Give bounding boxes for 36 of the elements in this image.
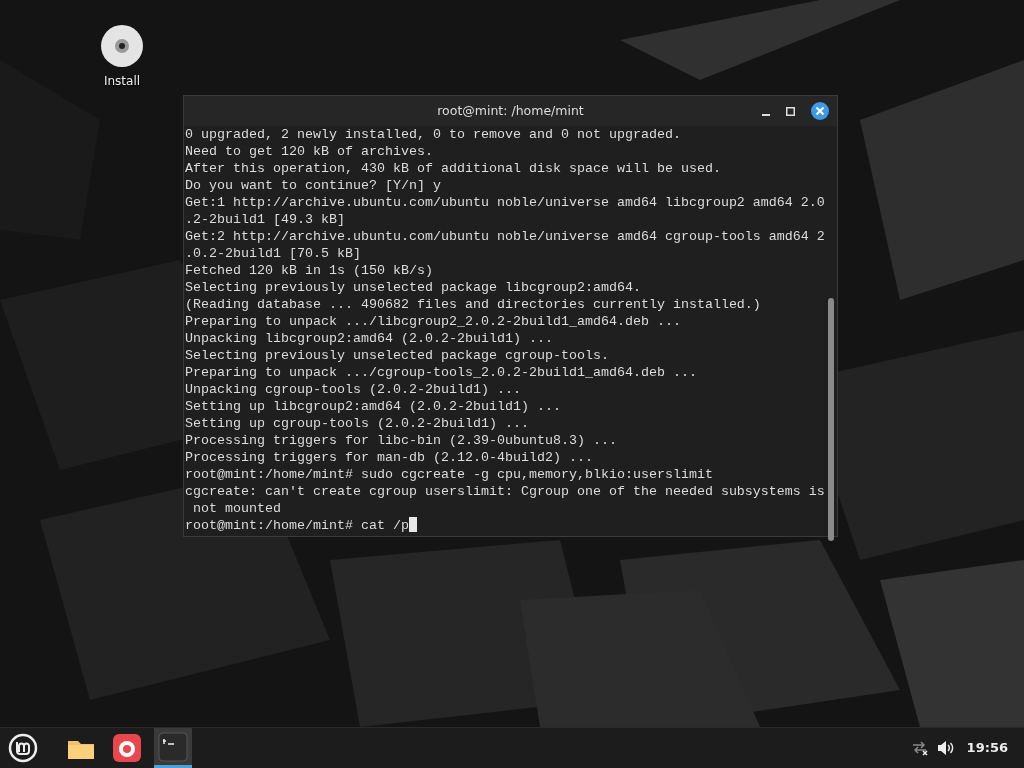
terminal-line: Fetched 120 kB in 1s (150 kB/s): [185, 263, 433, 278]
terminal-line: root@mint:/home/mint# sudo cgcreate -g cpu,memory,blkio:userslimit: [185, 467, 713, 482]
terminal-line: .2-2build1 [49.3 kB]: [185, 212, 345, 227]
network-icon[interactable]: [910, 740, 929, 756]
terminal-line: Selecting previously unselected package cgroup-tools.: [185, 348, 609, 363]
volume-icon[interactable]: [936, 740, 955, 756]
terminal-line: Preparing to unpack .../libcgroup2_2.0.2-2build1_amd64.deb ...: [185, 314, 681, 329]
terminal-line: Processing triggers for libc-bin (2.39-0ubuntu8.3) ...: [185, 433, 617, 448]
disc-icon[interactable]: [100, 24, 144, 68]
terminal-line: Processing triggers for man-db (2.12.0-4build2) ...: [185, 450, 593, 465]
terminal-line: 0 upgraded, 2 newly installed, 0 to remove and 0 not upgraded.: [185, 127, 681, 142]
close-icon[interactable]: [811, 102, 829, 120]
terminal-line: .0.2-2build1 [70.5 kB]: [185, 246, 361, 261]
terminal-icon: [158, 731, 188, 762]
maximize-icon[interactable]: [786, 106, 795, 116]
terminal-line: Get:1 http://archive.ubuntu.com/ubuntu noble/universe amd64 libcgroup2 amd64 2.0: [185, 195, 825, 210]
terminal-line: Unpacking cgroup-tools (2.0.2-2build1) ...: [185, 382, 521, 397]
scrollbar-thumb[interactable]: [828, 298, 834, 541]
menu-icon[interactable]: [8, 733, 38, 763]
clock[interactable]: 19:56: [966, 738, 1008, 758]
terminal-line: (Reading database ... 490682 files and directories currently installed.): [185, 297, 761, 312]
terminal-line: After this operation, 430 kB of additional disk space will be used.: [185, 161, 721, 176]
terminal-line: cgcreate: can't create cgroup userslimit: Cgroup one of the needed subsystems is: [185, 484, 825, 499]
terminal-line: Get:2 http://archive.ubuntu.com/ubuntu noble/universe amd64 cgroup-tools amd64 2: [185, 229, 825, 244]
terminal-line: Selecting previously unselected package libcgroup2:amd64.: [185, 280, 641, 295]
terminal-line: Unpacking libcgroup2:amd64 (2.0.2-2build1) ...: [185, 331, 553, 346]
browser-icon: [112, 733, 142, 763]
terminal-line: root@mint:/home/mint# cat /p: [185, 518, 409, 533]
terminal-line: not mounted: [192, 501, 281, 516]
terminal-line: Need to get 120 kB of archives.: [185, 144, 433, 159]
window-title: root@mint: /home/mint: [437, 101, 584, 120]
terminal-line: Preparing to unpack .../cgroup-tools_2.0.2-2build1_amd64.deb ...: [185, 365, 697, 380]
terminal-line: Do you want to continue? [Y/n] y: [185, 178, 441, 193]
icon-label[interactable]: Install: [103, 72, 141, 90]
terminal-line: Setting up cgroup-tools (2.0.2-2build1) ...: [185, 416, 529, 431]
terminal-line: Setting up libcgroup2:amd64 (2.0.2-2build1) ...: [185, 399, 561, 414]
